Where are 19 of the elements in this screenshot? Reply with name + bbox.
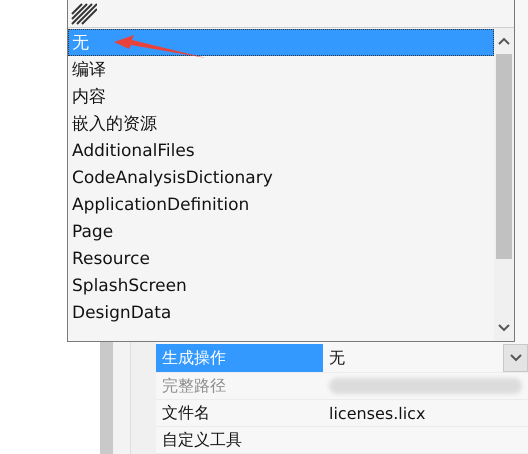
dropdown-option[interactable]: ApplicationDefinition: [68, 191, 494, 218]
dropdown-button[interactable]: [503, 344, 528, 372]
dropdown-option[interactable]: SplashScreen: [68, 272, 494, 299]
dropdown-option[interactable]: DesignData: [68, 299, 494, 326]
chevron-up-icon: [498, 37, 510, 45]
dropdown-option[interactable]: CodeAnalysisDictionary: [68, 164, 494, 191]
dropdown-option[interactable]: Resource: [68, 245, 494, 272]
property-value: licenses.licx: [329, 404, 426, 422]
arrow-icon: [112, 34, 208, 60]
chevron-down-icon: [498, 324, 510, 332]
hatch-icon: [71, 2, 97, 24]
dropdown-option[interactable]: 编译: [68, 56, 494, 83]
dropdown-option[interactable]: 内容: [68, 83, 494, 110]
scrollbar[interactable]: [494, 28, 514, 341]
property-value: 无: [329, 348, 346, 368]
chevron-down-icon: [510, 354, 522, 362]
dropdown-option[interactable]: AdditionalFiles: [68, 137, 494, 164]
dropdown-option[interactable]: Page: [68, 218, 494, 245]
dropdown-option[interactable]: 嵌入的资源: [68, 110, 494, 137]
